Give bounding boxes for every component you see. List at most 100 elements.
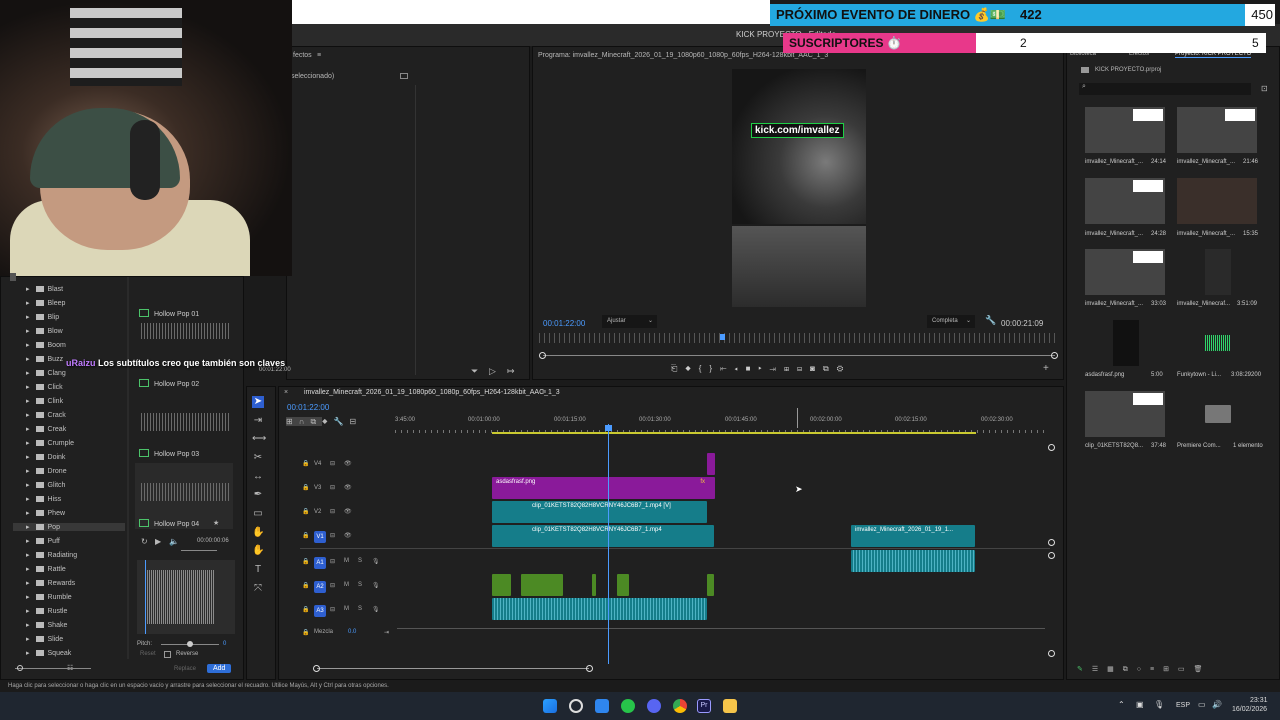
add-button-icon[interactable]: + [1043, 363, 1049, 374]
fit-dropdown[interactable]: Ajustar ⌄ [602, 315, 657, 328]
sync-lock-icon[interactable]: ⊟ [330, 508, 335, 515]
sound-folder-item[interactable]: ▸ Drone [26, 467, 67, 475]
sound-folder-item[interactable]: ▸ Radiating [26, 551, 77, 559]
sort-icon[interactable]: ≡ [1150, 666, 1163, 673]
timeline-clip[interactable]: clip_01KETST82Q82H8VCRNY46JC6B7_1.mp4 [V… [492, 501, 707, 523]
project-item-thumb[interactable] [1177, 178, 1257, 224]
solo-button[interactable]: S [358, 582, 362, 588]
sound-folder-item[interactable]: ▸ Slide [26, 635, 63, 643]
rectangle-tool-icon[interactable]: ▭ [252, 508, 264, 520]
sound-folder-item[interactable]: ▸ Boom [26, 341, 66, 349]
timeline-clip[interactable]: imvallez_Minecraft_2026_01_19_1... [851, 525, 975, 547]
sound-folder-item[interactable]: ▸ Glitch [26, 481, 65, 489]
lock-icon[interactable]: 🔒 [302, 484, 309, 491]
zoom-slider-icon[interactable]: ○ [1137, 666, 1150, 673]
go-to-out-icon[interactable]: ⇥ [770, 364, 784, 373]
eye-icon[interactable]: 👁 [344, 484, 352, 491]
tree-scrollbar[interactable] [127, 277, 129, 659]
stop-icon[interactable]: ■ [746, 364, 759, 373]
mix-go-icon[interactable]: ⇥ [384, 629, 389, 636]
audio-clip[interactable] [617, 574, 629, 596]
reverse-checkbox[interactable] [164, 651, 171, 658]
linked-selection-icon[interactable]: ⧉ [310, 417, 323, 426]
track-header[interactable]: 🔒 V4 ⊟ 👁 [300, 459, 395, 477]
timeline-zoom-bar[interactable] [317, 668, 589, 669]
project-item-thumb[interactable] [1085, 249, 1165, 295]
mic-icon[interactable]: 🎙 [372, 582, 380, 589]
sound-item[interactable]: Hollow Pop 02 [139, 379, 199, 388]
chevron-right-icon[interactable]: ▸ [26, 342, 30, 349]
eye-icon[interactable]: 👁 [344, 508, 352, 515]
overwrite-icon[interactable]: ⊟ [797, 364, 810, 373]
project-item-thumb[interactable] [1113, 320, 1139, 366]
icon-view-icon[interactable]: ▦ [1107, 666, 1123, 673]
sound-folder-item[interactable]: ▸ Rewards [26, 579, 75, 587]
step-forward-icon[interactable]: ▸ [758, 364, 769, 373]
hand-tool-icon[interactable]: ✋ [252, 527, 264, 539]
zoom-scrollbar[interactable] [543, 355, 1055, 356]
sound-folder-item[interactable]: ▸ Clink [26, 397, 63, 405]
chevron-right-icon[interactable]: ▸ [26, 594, 30, 601]
insert-icon[interactable]: ⊞ [784, 364, 797, 373]
lock-icon[interactable]: 🔒 [302, 582, 309, 589]
sound-folder-item[interactable]: ▸ Squeak [26, 649, 71, 657]
audio-clip[interactable] [492, 598, 707, 620]
audio-clip[interactable] [492, 574, 511, 596]
a-scroll-handle[interactable] [1048, 552, 1055, 559]
track-header[interactable]: 🔒 A3 ⊟ M S 🎙 [300, 605, 395, 623]
v-scroll-handle[interactable] [1048, 444, 1055, 451]
step-back-icon[interactable]: ◂ [735, 364, 746, 373]
mute-button[interactable]: M [344, 582, 349, 588]
solo-button[interactable]: S [358, 558, 362, 564]
language-indicator[interactable]: ESP [1176, 702, 1190, 709]
program-playhead[interactable] [720, 334, 725, 340]
captions-icon[interactable]: ⊟ [349, 417, 362, 426]
pencil-icon[interactable]: ✎ [1077, 666, 1092, 673]
chevron-right-icon[interactable]: ▸ [26, 384, 30, 391]
folder-icon[interactable] [1205, 405, 1231, 423]
lock-icon[interactable]: 🔒 [302, 508, 309, 515]
play-only-icon[interactable]: ▷ [489, 366, 496, 377]
chevron-right-icon[interactable]: ▸ [26, 300, 30, 307]
chevron-right-icon[interactable]: ▸ [26, 314, 30, 321]
zoom-handle-right[interactable] [586, 665, 593, 672]
zoom-handle-left[interactable] [313, 665, 320, 672]
zoom-handle-right[interactable] [1051, 352, 1058, 359]
chevron-right-icon[interactable]: ▸ [26, 650, 30, 657]
timeline-playhead[interactable] [608, 424, 609, 664]
sound-folder-item[interactable]: ▸ Rumble [26, 593, 72, 601]
new-bin-icon[interactable]: ⊡ [1261, 84, 1268, 93]
eye-icon[interactable]: 👁 [344, 532, 352, 539]
microphone-icon[interactable]: 🎙 [1154, 700, 1164, 709]
track-header[interactable]: 🔒 V1 ⊟ 👁 [300, 531, 395, 549]
chevron-right-icon[interactable]: ▸ [26, 636, 30, 643]
premiere-pro-icon[interactable]: Pr [697, 699, 711, 713]
lock-icon[interactable]: 🔒 [302, 532, 309, 539]
replace-button[interactable]: Replace [174, 666, 196, 672]
lock-icon[interactable]: 🔒 [302, 558, 309, 565]
lock-icon[interactable]: 🔒 [302, 460, 309, 467]
chrome-icon[interactable] [673, 699, 687, 713]
folder-icon[interactable]: ▭ [1178, 666, 1194, 673]
library-zoom-handle[interactable] [17, 665, 23, 671]
v-scroll-handle[interactable] [1048, 539, 1055, 546]
whatsapp-icon[interactable] [621, 699, 635, 713]
pitch-value[interactable]: 0 [223, 641, 226, 647]
add-marker-icon[interactable]: ⬥ [322, 417, 333, 426]
lock-icon[interactable]: 🔒 [302, 606, 309, 613]
quality-dropdown[interactable]: Completa ⌄ [927, 315, 975, 328]
chevron-right-icon[interactable]: ▸ [26, 328, 30, 335]
discord-icon[interactable] [647, 699, 661, 713]
windows-start-icon[interactable] [543, 699, 557, 713]
panel-toggle-icon[interactable] [400, 73, 408, 79]
sound-folder-item[interactable]: ▸ Bleep [26, 299, 65, 307]
track-select-tool-icon[interactable]: ⇥ [252, 415, 264, 427]
obs-icon[interactable] [569, 699, 583, 713]
chevron-right-icon[interactable]: ▸ [26, 412, 30, 419]
timeline-clip[interactable] [707, 453, 715, 475]
track-header[interactable]: 🔒 A2 ⊟ M S 🎙 [300, 581, 395, 599]
track-header[interactable]: 🔒 V2 ⊟ 👁 [300, 507, 395, 525]
sound-item[interactable]: Hollow Pop 04 [139, 519, 199, 528]
chevron-right-icon[interactable]: ▸ [26, 370, 30, 377]
sync-lock-icon[interactable]: ⊟ [330, 558, 335, 565]
